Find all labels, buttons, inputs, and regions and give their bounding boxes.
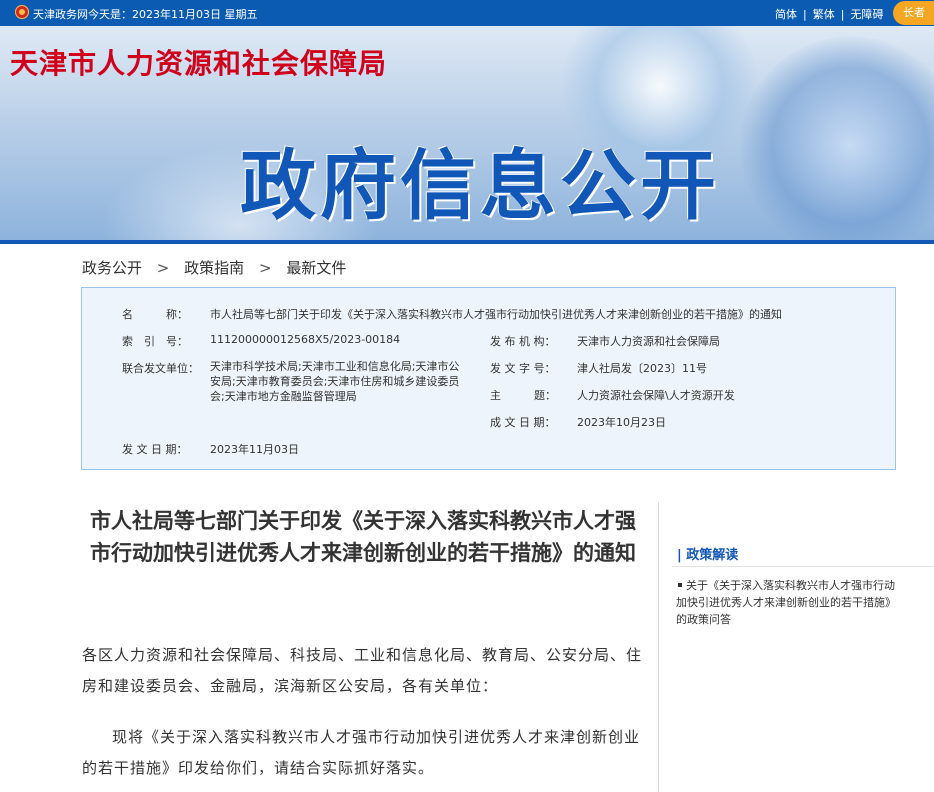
elder-mode-button[interactable]: 长者 — [893, 1, 934, 25]
separator: | — [803, 8, 807, 21]
site-name-link[interactable]: 天津政务网 — [33, 6, 88, 22]
breadcrumb-arrow: > — [156, 259, 170, 277]
index-value: 111200000012568X5/2023-00184 — [210, 333, 401, 346]
accessibility-link[interactable]: 无障碍 — [850, 8, 883, 21]
simplified-link[interactable]: 简体 — [775, 8, 797, 21]
date-made-value: 2023年10月23日 — [577, 416, 666, 429]
header-banner: 天津市人力资源和社会保障局 政府信息公开 — [0, 26, 934, 244]
subject-value: 人力资源社会保障\人才资源开发 — [577, 389, 735, 402]
article-paragraph: 各区人力资源和社会保障局、科技局、工业和信息化局、教育局、公安分局、住房和建设委… — [82, 646, 643, 695]
language-links: 简体 | 繁体 | 无障碍 — [775, 6, 889, 22]
article-paragraph: 现将《关于深入落实科教兴市人才强市行动加快引进优秀人才来津创新创业的若干措施》印… — [82, 728, 641, 777]
breadcrumb-arrow: > — [258, 259, 272, 277]
issuer-label: 发 布 机 构： — [490, 335, 556, 348]
policy-qa-label: 关于《关于深入落实科教兴市人才强市行动加快引进优秀人才来津创新创业的若干措施》的… — [676, 579, 896, 626]
date-issued-label: 发 文 日 期： — [122, 443, 188, 456]
issuer-value: 天津市人力资源和社会保障局 — [577, 335, 720, 348]
banner-divider — [0, 240, 934, 244]
name-label: 名 称： — [122, 308, 188, 321]
bullet-icon — [678, 583, 682, 587]
policy-qa-link[interactable]: 关于《关于深入落实科教兴市人才强市行动加快引进优秀人才来津创新创业的若干措施》的… — [676, 577, 898, 628]
sidebar-divider — [672, 566, 934, 567]
doc-number-label: 发 文 字 号： — [490, 362, 556, 375]
breadcrumb-item-policy-guide[interactable]: 政策指南 — [184, 259, 244, 277]
subject-label: 主 题： — [490, 389, 556, 402]
breadcrumb-item-gov-affairs[interactable]: 政务公开 — [82, 259, 142, 277]
column-divider — [658, 502, 659, 792]
traditional-link[interactable]: 繁体 — [813, 8, 835, 21]
breadcrumb: 政务公开 > 政策指南 > 最新文件 — [82, 257, 346, 278]
index-label: 索 引 号： — [122, 335, 188, 348]
separator: | — [840, 8, 845, 21]
banner-decoration — [740, 36, 934, 244]
name-value: 市人社局等七部门关于印发《关于深入落实科教兴市人才强市行动加快引进优秀人才来津创… — [210, 308, 782, 321]
document-info-box: 名 称： 市人社局等七部门关于印发《关于深入落实科教兴市人才强市行动加快引进优秀… — [81, 287, 896, 470]
doc-number-value: 津人社局发〔2023〕11号 — [577, 362, 707, 375]
date-issued-value: 2023年11月03日 — [210, 443, 299, 456]
today-date: 今天是：2023年11月03日 星期五 — [88, 8, 258, 21]
policy-interpretation-heading: | 政策解读 — [677, 548, 739, 563]
article-title: 市人社局等七部门关于印发《关于深入落实科教兴市人才强市行动加快引进优秀人才来津创… — [90, 508, 636, 565]
joint-issuers-label: 联合发文单位： — [122, 362, 199, 375]
agency-logo-title[interactable]: 天津市人力资源和社会保障局 — [10, 42, 387, 82]
joint-issuers-value: 天津市科学技术局;天津市工业和信息化局;天津市公安局;天津市教育委员会;天津市住… — [210, 360, 460, 403]
top-bar: 天津政务网 今天是：2023年11月03日 星期五 简体 | 繁体 | 无障碍 长者 — [0, 0, 934, 26]
breadcrumb-item-latest-docs[interactable]: 最新文件 — [286, 259, 346, 277]
section-title: 政府信息公开 — [240, 141, 720, 230]
emblem-icon — [15, 5, 29, 19]
date-made-label: 成 文 日 期： — [490, 416, 556, 429]
